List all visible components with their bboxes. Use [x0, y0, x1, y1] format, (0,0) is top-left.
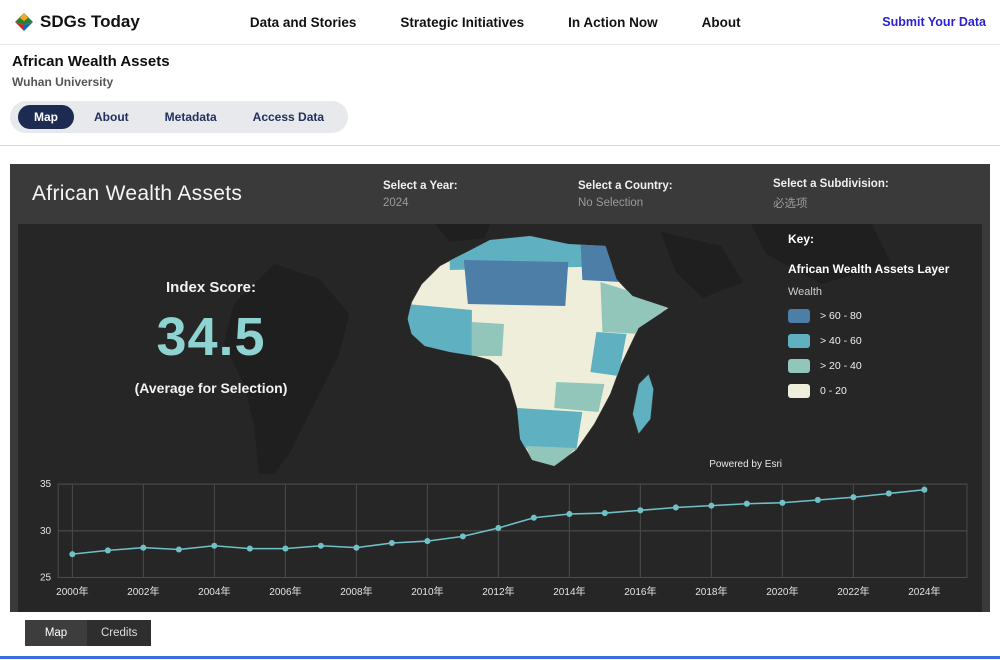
- legend-label-60-80: > 60 - 80: [820, 310, 862, 322]
- page-subtitle: Wuhan University: [12, 75, 114, 89]
- dashboard-bottom-tabs: Map Credits: [25, 620, 1000, 646]
- legend-item: 0 - 20: [788, 384, 966, 398]
- svg-text:2008年: 2008年: [340, 585, 372, 598]
- svg-text:2000年: 2000年: [56, 585, 88, 598]
- legend-item: > 40 - 60: [788, 334, 966, 348]
- legend-swatch-20-40: [788, 359, 810, 373]
- dashboard-body: Index Score: 34.5 (Average for Selection…: [18, 224, 982, 612]
- index-score-caption: (Average for Selection): [134, 380, 288, 396]
- svg-text:2002年: 2002年: [127, 585, 159, 598]
- tab-metadata[interactable]: Metadata: [149, 105, 233, 129]
- index-score-label: Index Score:: [165, 279, 257, 296]
- site-nav: Data and Stories Strategic Initiatives I…: [250, 15, 741, 30]
- map-panel: Index Score: 34.5 (Average for Selection…: [18, 224, 982, 474]
- year-selector-value[interactable]: 2024: [383, 197, 578, 209]
- nav-item-about[interactable]: About: [702, 15, 741, 30]
- tab-map[interactable]: Map: [18, 105, 74, 129]
- dashboard-tab-map[interactable]: Map: [25, 620, 87, 646]
- esri-attribution: Powered by Esri: [709, 459, 782, 470]
- country-selector-label: Select a Country:: [578, 179, 673, 192]
- svg-text:2024年: 2024年: [908, 585, 940, 598]
- trend-chart[interactable]: 25 30 35 2000年 2002年 2004年 2006年 2008年 2010年 2012…: [18, 476, 982, 610]
- svg-text:2004年: 2004年: [198, 585, 230, 598]
- index-score-block: Index Score: 34.5 (Average for Selection…: [76, 279, 346, 396]
- nav-item-data-and-stories[interactable]: Data and Stories: [250, 15, 357, 30]
- sdgs-logo-icon: [15, 13, 33, 31]
- subdivision-selector[interactable]: Select a Subdivision: 必选项: [773, 178, 968, 211]
- page-title: African Wealth Assets: [12, 53, 170, 70]
- svg-text:2010年: 2010年: [411, 585, 443, 598]
- site-logo-text: SDGs Today: [40, 12, 140, 31]
- svg-text:35: 35: [40, 479, 52, 490]
- svg-text:2020年: 2020年: [766, 585, 798, 598]
- svg-text:30: 30: [40, 526, 52, 537]
- svg-text:2022年: 2022年: [837, 585, 869, 598]
- legend-item: > 20 - 40: [788, 359, 966, 373]
- nav-item-strategic-initiatives[interactable]: Strategic Initiatives: [400, 15, 524, 30]
- map-legend: Key: African Wealth Assets Layer Wealth …: [788, 232, 966, 398]
- country-selector-value[interactable]: No Selection: [578, 197, 773, 209]
- legend-field-label: Wealth: [788, 286, 823, 298]
- subdivision-selector-label: Select a Subdivision:: [773, 177, 889, 190]
- dashboard-tab-credits[interactable]: Credits: [87, 620, 152, 646]
- legend-label-40-60: > 40 - 60: [820, 335, 862, 347]
- section-divider: [0, 145, 1000, 146]
- legend-swatch-60-80: [788, 309, 810, 323]
- svg-text:2012年: 2012年: [482, 585, 514, 598]
- page-head: African Wealth Assets Wuhan University: [0, 45, 1000, 89]
- index-score-value: 34.5: [156, 307, 266, 367]
- dashboard-header: African Wealth Assets Select a Year: 202…: [10, 164, 990, 224]
- legend-item: > 60 - 80: [788, 309, 966, 323]
- legend-label-0-20: 0 - 20: [820, 385, 847, 397]
- legend-label-20-40: > 20 - 40: [820, 360, 862, 372]
- year-selector-label: Select a Year:: [383, 179, 458, 192]
- svg-text:2014年: 2014年: [553, 585, 585, 598]
- site-header: SDGs Today Data and Stories Strategic In…: [0, 0, 1000, 45]
- site-logo[interactable]: SDGs Today: [14, 12, 140, 32]
- legend-title: Key:: [788, 232, 815, 246]
- legend-layer-title: African Wealth Assets Layer: [788, 262, 950, 276]
- svg-text:2018年: 2018年: [695, 585, 727, 598]
- tab-access-data[interactable]: Access Data: [237, 105, 340, 129]
- dashboard-embed: African Wealth Assets Select a Year: 202…: [10, 164, 990, 612]
- svg-text:25: 25: [40, 573, 52, 584]
- trend-chart-panel: 25 30 35 2000年 2002年 2004年 2006年 2008年 2010年 2012…: [18, 474, 982, 612]
- nav-item-in-action-now[interactable]: In Action Now: [568, 15, 658, 30]
- submit-your-data-link[interactable]: Submit Your Data: [882, 15, 986, 29]
- year-selector[interactable]: Select a Year: 2024: [383, 180, 578, 209]
- country-selector[interactable]: Select a Country: No Selection: [578, 180, 773, 209]
- page-tab-bar: Map About Metadata Access Data: [10, 101, 349, 133]
- legend-swatch-40-60: [788, 334, 810, 348]
- subdivision-selector-value[interactable]: 必选项: [773, 195, 968, 211]
- svg-text:2006年: 2006年: [269, 585, 301, 598]
- footer-top-edge: [0, 656, 1000, 660]
- svg-text:2016年: 2016年: [624, 585, 656, 598]
- legend-swatch-0-20: [788, 384, 810, 398]
- tab-about[interactable]: About: [78, 105, 145, 129]
- dashboard-title: African Wealth Assets: [32, 182, 243, 205]
